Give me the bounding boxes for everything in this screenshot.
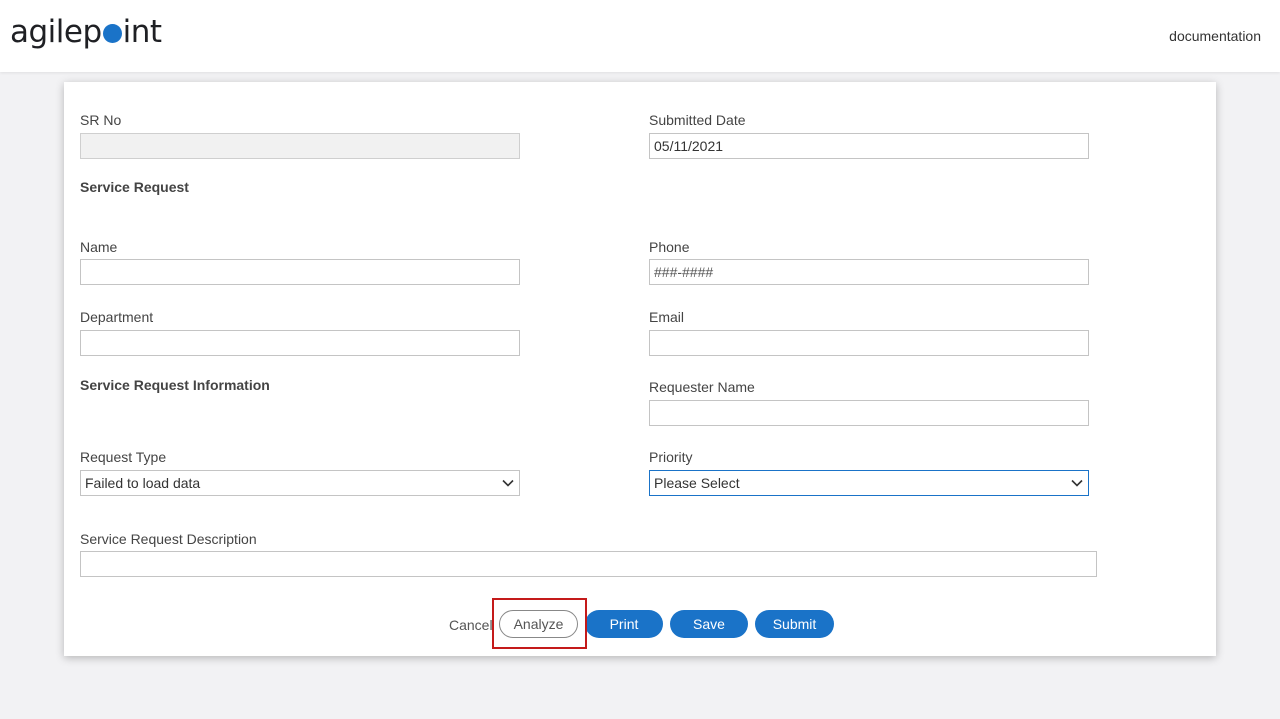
description-label: Service Request Description	[80, 531, 257, 547]
print-button[interactable]: Print	[585, 610, 663, 638]
department-label: Department	[80, 309, 154, 325]
email-label: Email	[649, 309, 685, 325]
submitted-date-field[interactable]	[649, 133, 1089, 159]
name-field[interactable]	[80, 259, 520, 285]
request-type-label: Request Type	[80, 449, 167, 465]
logo-text-right: int	[122, 14, 162, 50]
submit-button[interactable]: Submit	[755, 610, 834, 638]
sr-no-label: SR No	[80, 112, 122, 128]
priority-value: Please Select	[654, 475, 740, 491]
phone-field[interactable]	[649, 259, 1089, 285]
priority-label: Priority	[649, 449, 693, 465]
logo-text-left: agilep	[10, 14, 102, 50]
cancel-link[interactable]: Cancel	[449, 617, 493, 633]
email-field[interactable]	[649, 330, 1089, 356]
request-type-value: Failed to load data	[85, 475, 201, 491]
agilepoint-logo[interactable]: agilep int	[10, 14, 162, 50]
phone-label: Phone	[649, 239, 690, 255]
user-menu-link[interactable]: documentation	[1169, 28, 1261, 44]
analyze-highlight-box	[492, 598, 587, 649]
section-service-request-information: Service Request Information	[80, 377, 270, 393]
sr-no-field[interactable]	[80, 133, 520, 159]
submitted-date-label: Submitted Date	[649, 112, 746, 128]
chevron-down-icon	[502, 479, 514, 487]
section-service-request: Service Request	[80, 179, 189, 195]
requester-name-label: Requester Name	[649, 379, 755, 395]
request-type-select[interactable]: Failed to load data	[80, 470, 520, 496]
save-button[interactable]: Save	[670, 610, 748, 638]
logo-dot-icon	[102, 24, 122, 43]
description-field[interactable]	[80, 551, 1097, 577]
chevron-down-icon	[1071, 479, 1083, 487]
priority-select[interactable]: Please Select	[649, 470, 1089, 496]
name-label: Name	[80, 239, 118, 255]
department-field[interactable]	[80, 330, 520, 356]
requester-name-field[interactable]	[649, 400, 1089, 426]
top-bar: agilep int documentation	[0, 0, 1280, 72]
